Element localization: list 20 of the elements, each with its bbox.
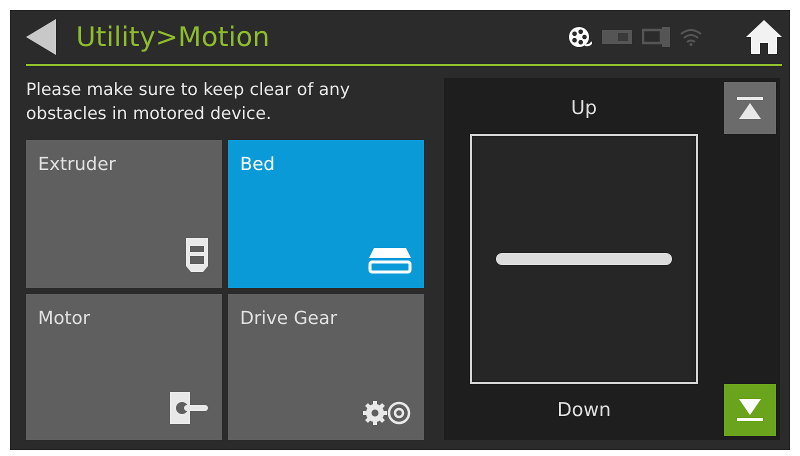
home-button[interactable] xyxy=(746,20,782,54)
down-label: Down xyxy=(557,398,611,423)
home-icon xyxy=(746,20,782,54)
move-to-top-icon xyxy=(737,97,763,119)
axis-tile[interactable]: Extruder xyxy=(26,140,222,288)
motor-icon xyxy=(168,390,210,426)
page-title: Utility>Motion xyxy=(76,22,271,52)
axis-tile[interactable]: Drive Gear xyxy=(228,294,424,440)
axis-tile[interactable]: Motor xyxy=(26,294,222,440)
move-up-button[interactable] xyxy=(724,82,776,134)
extruder-icon xyxy=(184,236,210,274)
move-to-bottom-icon xyxy=(737,399,763,421)
up-label: Up xyxy=(571,96,597,121)
bed-icon xyxy=(368,246,412,274)
axis-tile[interactable]: Bed xyxy=(228,140,424,288)
safety-notice: Please make sure to keep clear of any obstacles in motored device. xyxy=(26,79,351,126)
gears-icon xyxy=(362,400,412,426)
move-down-button[interactable] xyxy=(724,384,776,436)
back-icon xyxy=(26,19,56,55)
back-button[interactable] xyxy=(26,19,56,55)
